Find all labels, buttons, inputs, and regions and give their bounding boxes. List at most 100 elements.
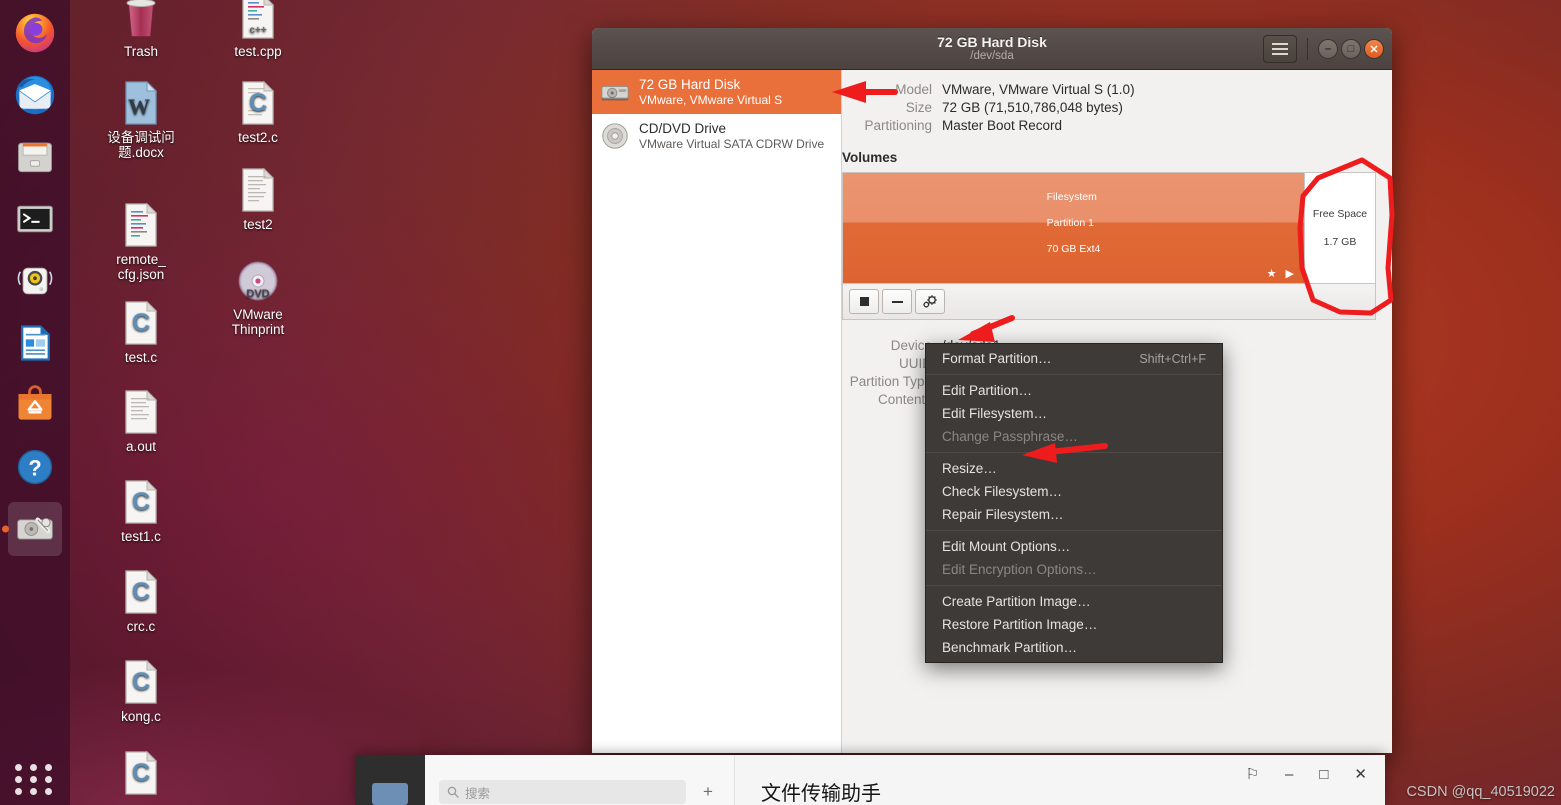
window-title: 72 GB Hard Disk <box>937 34 1047 51</box>
desktop-icons: Trash c++ test.cpp W 设备调试问 题.docx C test… <box>70 0 370 805</box>
show-applications-button[interactable] <box>15 764 55 795</box>
c-file-icon: C <box>86 567 196 615</box>
menu-item-create-partition-image[interactable]: Create Partition Image… <box>926 590 1222 613</box>
desktop-icon-label: Trash <box>123 44 158 59</box>
text-file-icon <box>203 165 313 213</box>
svg-text:?: ? <box>28 455 41 480</box>
desktop-icon-remote-cfg-json[interactable]: remote_ cfg.json <box>86 200 196 282</box>
desktop-icon-label: kong.c <box>121 709 161 724</box>
hamburger-line <box>1272 43 1288 45</box>
detail-key: Partitioning <box>864 118 932 133</box>
avatar[interactable] <box>372 783 408 805</box>
menu-item-restore-partition-image[interactable]: Restore Partition Image… <box>926 613 1222 636</box>
dock-item-libreoffice-writer[interactable] <box>8 316 62 370</box>
minimize-button[interactable]: – <box>1285 766 1293 783</box>
device-list-item-cd-dvd[interactable]: CD/DVD Drive VMware Virtual SATA CDRW Dr… <box>592 114 841 158</box>
free-space-size: 1.7 GB <box>1323 236 1357 248</box>
menu-item-edit-filesystem[interactable]: Edit Filesystem… <box>926 402 1222 425</box>
detail-key: Model <box>895 82 932 97</box>
dock-item-rhythmbox[interactable] <box>8 254 62 308</box>
detail-row-partitioning: Partitioning Master Boot Record <box>842 118 1376 133</box>
free-space-block: Free Space 1.7 GB <box>1313 193 1367 263</box>
menu-item-repair-filesystem[interactable]: Repair Filesystem… <box>926 503 1222 526</box>
window-title-stack: 72 GB Hard Disk /dev/sda <box>937 35 1047 62</box>
menu-item-edit-mount-options[interactable]: Edit Mount Options… <box>926 535 1222 558</box>
menu-item-change-passphrase: Change Passphrase… <box>926 425 1222 448</box>
trash-icon <box>86 0 196 40</box>
hamburger-line <box>1272 53 1288 55</box>
pin-icon[interactable]: ⚐ <box>1246 765 1259 783</box>
desktop-icon-label: 设备调试问 题.docx <box>107 130 175 160</box>
ubuntu-dock: ? <box>0 0 70 805</box>
desktop-icon-test2[interactable]: test2 <box>203 165 313 232</box>
partition-context-menu: Format Partition… Shift+Ctrl+F Edit Part… <box>925 343 1223 663</box>
minimize-button[interactable]: – <box>1318 39 1338 59</box>
firefox-icon <box>15 13 55 53</box>
add-chat-button[interactable]: + <box>696 780 720 804</box>
desktop-icon-unnamed-c[interactable]: C <box>86 748 196 800</box>
dock-item-disks[interactable] <box>8 502 62 556</box>
search-placeholder: 搜索 <box>465 786 491 801</box>
menu-item-label: Edit Mount Options… <box>942 539 1071 554</box>
desktop-icon-vmware-thinprint[interactable]: DVD VMware Thinprint <box>203 255 313 337</box>
more-actions-button[interactable] <box>915 289 945 314</box>
wechat-conversation-pane: 文件传输助手 ⚐ – □ ✕ <box>735 755 1385 805</box>
menu-item-label: Edit Filesystem… <box>942 406 1048 421</box>
dock-item-files[interactable] <box>8 130 62 184</box>
window-titlebar[interactable]: 72 GB Hard Disk /dev/sda – □ ✕ <box>592 28 1392 70</box>
hamburger-menu-button[interactable] <box>1263 35 1297 63</box>
menu-item-resize[interactable]: Resize… <box>926 457 1222 480</box>
dock-item-software[interactable] <box>8 378 62 432</box>
titlebar-controls: – □ ✕ <box>1263 28 1384 70</box>
close-button[interactable]: ✕ <box>1354 765 1367 783</box>
volume-free-space[interactable]: Free Space 1.7 GB <box>1305 173 1375 283</box>
dock-item-firefox[interactable] <box>8 6 62 60</box>
svg-text:W: W <box>128 94 150 119</box>
menu-item-edit-partition[interactable]: Edit Partition… <box>926 379 1222 402</box>
svg-text:DVD: DVD <box>246 288 269 300</box>
grid-dot <box>15 788 22 795</box>
dock-item-help[interactable]: ? <box>8 440 62 494</box>
svg-text:c++: c++ <box>249 25 266 36</box>
desktop-icon-trash[interactable]: Trash <box>86 0 196 59</box>
dock-item-terminal[interactable] <box>8 192 62 246</box>
maximize-button[interactable]: □ <box>1341 39 1361 59</box>
menu-item-check-filesystem[interactable]: Check Filesystem… <box>926 480 1222 503</box>
grid-dot <box>15 776 22 783</box>
c-file-icon: C <box>86 298 196 346</box>
stop-button[interactable] <box>849 289 879 314</box>
menu-item-format-partition[interactable]: Format Partition… Shift+Ctrl+F <box>926 347 1222 370</box>
terminal-icon <box>17 205 53 233</box>
device-list: 72 GB Hard Disk VMware, VMware Virtual S… <box>592 70 842 753</box>
dock-item-thunderbird[interactable] <box>8 68 62 122</box>
close-button[interactable]: ✕ <box>1364 39 1384 59</box>
rhythmbox-icon <box>17 267 53 295</box>
menu-item-label: Create Partition Image… <box>942 594 1091 609</box>
maximize-button[interactable]: □ <box>1319 766 1328 783</box>
desktop-icon-test1-c[interactable]: C test1.c <box>86 477 196 544</box>
search-icon <box>447 786 459 798</box>
wechat-nav-rail <box>355 755 425 805</box>
help-icon: ? <box>17 449 53 485</box>
desktop-icon-a-out[interactable]: a.out <box>86 387 196 454</box>
desktop-icon-test2-c[interactable]: C test2.c <box>203 78 313 145</box>
desktop-icon-crc-c[interactable]: C crc.c <box>86 567 196 634</box>
free-space-label: Free Space <box>1312 208 1368 220</box>
desktop-icon-label: test2.c <box>238 130 278 145</box>
menu-item-label: Repair Filesystem… <box>942 507 1064 522</box>
desktop-icon-test-c[interactable]: C test.c <box>86 298 196 365</box>
partition-number: Partition 1 <box>1046 216 1094 229</box>
volumes-heading: Volumes <box>842 150 898 165</box>
delete-partition-button[interactable] <box>882 289 912 314</box>
menu-item-benchmark-partition[interactable]: Benchmark Partition… <box>926 636 1222 659</box>
device-list-item-hard-disk[interactable]: 72 GB Hard Disk VMware, VMware Virtual S <box>592 70 841 115</box>
svg-text:C: C <box>132 578 150 606</box>
desktop-icon-docx[interactable]: W 设备调试问 题.docx <box>86 78 196 160</box>
search-input[interactable]: 搜索 <box>439 780 686 804</box>
menu-item-label: Benchmark Partition… <box>942 640 1078 655</box>
detail-value: 72 GB (71,510,786,048 bytes) <box>942 100 1123 115</box>
volume-partition-1[interactable]: Filesystem Partition 1 70 GB Ext4 ★ ▶ <box>843 173 1305 283</box>
desktop-icon-test-cpp[interactable]: c++ test.cpp <box>203 0 313 59</box>
desktop-icon-kong-c[interactable]: C kong.c <box>86 657 196 724</box>
text-file-icon <box>86 387 196 435</box>
